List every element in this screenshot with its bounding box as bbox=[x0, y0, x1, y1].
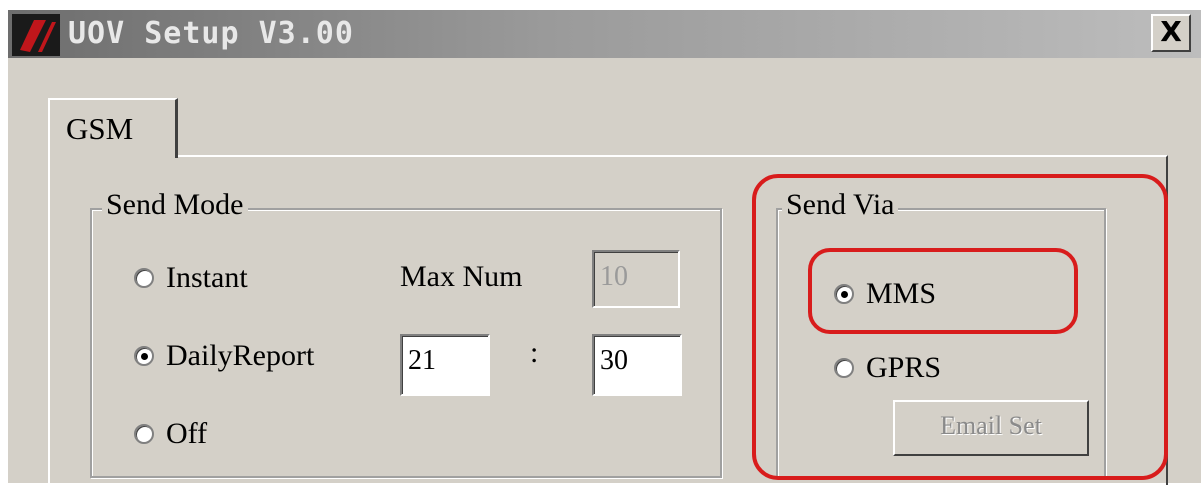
setup-window: UOV Setup V3.00 X GSM Send Mode Instant … bbox=[8, 10, 1201, 485]
radio-off-label: Off bbox=[166, 417, 208, 450]
tab-gsm[interactable]: GSM bbox=[48, 98, 178, 158]
radio-off[interactable]: Off bbox=[134, 416, 207, 452]
radio-instant-label: Instant bbox=[166, 261, 248, 294]
max-num-field[interactable]: 10 bbox=[592, 250, 680, 308]
radio-instant[interactable]: Instant bbox=[134, 260, 248, 296]
radio-dailyreport[interactable]: DailyReport bbox=[134, 338, 314, 374]
send-mode-group: Send Mode Instant DailyReport Off Max Nu… bbox=[90, 188, 722, 478]
window-title: UOV Setup V3.00 bbox=[68, 16, 354, 51]
send-mode-label: Send Mode bbox=[102, 188, 248, 222]
radio-dailyreport-circle[interactable] bbox=[134, 346, 154, 366]
title-bar[interactable]: UOV Setup V3.00 X bbox=[8, 10, 1201, 58]
max-num-label: Max Num bbox=[400, 260, 523, 293]
radio-off-circle[interactable] bbox=[134, 424, 154, 444]
annotation-highlight-mms bbox=[808, 248, 1078, 334]
radio-selected-dot bbox=[141, 353, 148, 360]
radio-instant-circle[interactable] bbox=[134, 268, 154, 288]
hour-field[interactable]: 21 bbox=[400, 334, 490, 396]
time-separator: : bbox=[530, 336, 539, 369]
radio-dailyreport-label: DailyReport bbox=[166, 339, 315, 372]
minute-field[interactable]: 30 bbox=[592, 334, 682, 396]
close-icon[interactable]: X bbox=[1151, 14, 1191, 52]
app-logo-icon bbox=[12, 14, 60, 56]
